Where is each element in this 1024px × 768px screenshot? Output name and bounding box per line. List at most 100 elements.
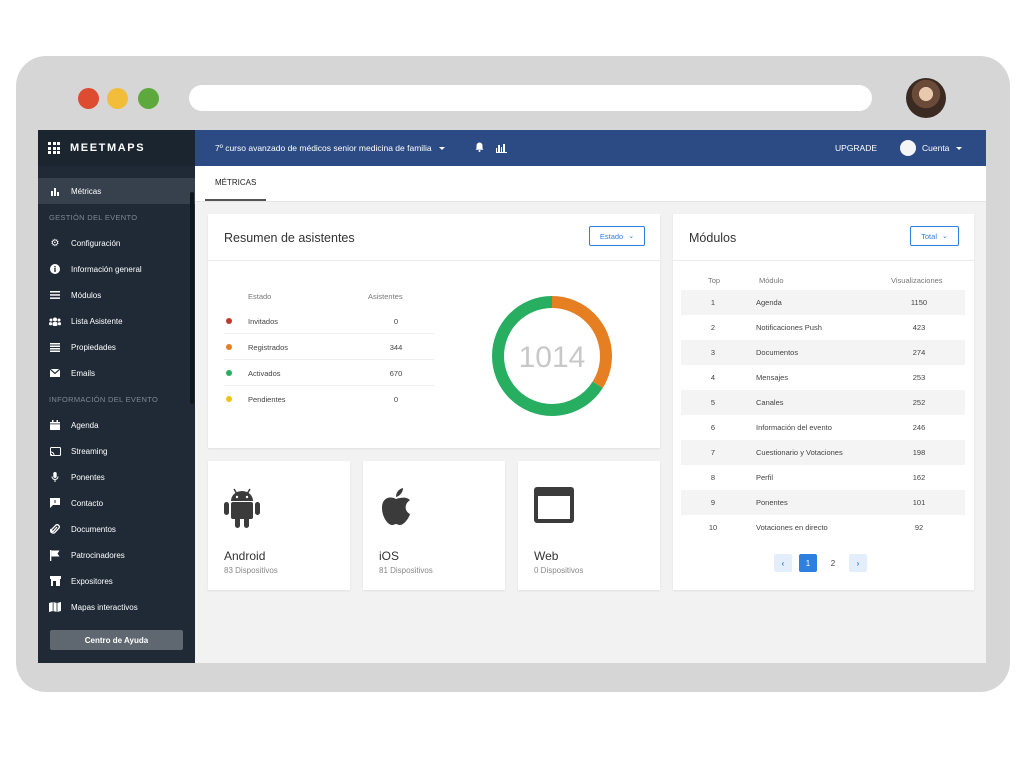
row-rank: 7	[710, 448, 716, 457]
sidebar-item-metricas[interactable]: Métricas	[38, 178, 195, 204]
table-row: 1 Agenda 1150	[681, 290, 965, 315]
device-name: Android	[224, 549, 266, 563]
logo[interactable]: MEETMAPS	[70, 142, 145, 154]
sidebar-item-label: Módulos	[71, 290, 102, 300]
row-views: 274	[912, 348, 926, 357]
sidebar-scrollbar[interactable]	[190, 192, 194, 404]
device-name: iOS	[379, 549, 400, 563]
row-module: Mensajes	[756, 373, 789, 382]
stats-icon[interactable]	[495, 143, 507, 153]
sidebar-item-configuracion[interactable]: ⚙ Configuración	[38, 230, 195, 256]
sidebar-item-modulos[interactable]: Módulos	[38, 282, 195, 308]
row-label: Invitados	[248, 317, 279, 326]
sidebar-item-emails[interactable]: Emails	[38, 360, 195, 386]
chevron-down-icon	[438, 146, 445, 150]
row-rank: 1	[710, 298, 716, 307]
sidebar-item-documentos[interactable]: Documentos	[38, 516, 195, 542]
event-selector[interactable]: 7º curso avanzado de médicos senior medi…	[215, 143, 445, 153]
page-1-button[interactable]: 1	[799, 554, 817, 572]
sidebar-item-label: Emails	[71, 368, 96, 378]
row-views: 253	[912, 373, 926, 382]
device-card-android: Android 83 Dispositivos	[208, 461, 350, 590]
account-menu[interactable]: Cuenta	[900, 140, 963, 156]
help-center-button[interactable]: Centro de Ayuda	[50, 630, 183, 650]
browser-window-icon	[534, 487, 574, 528]
window-minimize-dot[interactable]	[107, 88, 128, 109]
sidebar-item-lista-asistente[interactable]: Lista Asistente	[38, 308, 195, 334]
flag-icon	[49, 549, 61, 561]
sidebar-item-ponentes[interactable]: Ponentes	[38, 464, 195, 490]
sidebar-item-mapas-interactivos[interactable]: Mapas interactivos	[38, 594, 195, 620]
profile-avatar[interactable]	[906, 78, 946, 118]
legend-dot	[226, 318, 232, 324]
total-filter-button[interactable]: Total ⌄	[910, 226, 959, 246]
sidebar-item-expositores[interactable]: Expositores	[38, 568, 195, 594]
store-icon	[49, 576, 61, 586]
prev-page-button[interactable]: ‹	[774, 554, 792, 572]
sidebar-item-label: Streaming	[71, 446, 108, 456]
paperclip-icon	[49, 523, 61, 535]
address-bar[interactable]	[189, 85, 872, 111]
modules-card: Módulos Total ⌄ Top Módulo Visualizacion…	[673, 214, 974, 590]
tab-bar: MÉTRICAS	[195, 166, 986, 202]
row-module: Perfil	[756, 473, 774, 482]
logo-bar: MEETMAPS	[38, 130, 195, 166]
account-label: Cuenta	[922, 143, 950, 153]
column-header-top: Top	[708, 276, 721, 285]
chevron-down-icon: ⌄	[941, 233, 948, 240]
sidebar-item-agenda[interactable]: Agenda	[38, 412, 195, 438]
window-close-dot[interactable]	[78, 88, 99, 109]
filter-label: Estado	[599, 231, 624, 241]
row-views: 162	[912, 473, 926, 482]
row-module: Canales	[756, 398, 784, 407]
row-value: 670	[389, 369, 403, 378]
table-row: 6 Información del evento 246	[681, 415, 965, 440]
chevron-down-icon: ⌄	[628, 233, 635, 240]
attendee-row-activados: Activados 670	[224, 360, 434, 386]
row-module: Notificaciones Push	[756, 323, 822, 332]
section-info-heading: INFORMACIÓN DEL EVENTO	[49, 394, 159, 404]
sidebar-item-patrocinadores[interactable]: Patrocinadores	[38, 542, 195, 568]
row-value: 344	[389, 343, 403, 352]
sidebar-item-label: Agenda	[71, 420, 99, 430]
device-card-web: Web 0 Dispositivos	[518, 461, 660, 590]
table-row: 7 Cuestionario y Votaciones 198	[681, 440, 965, 465]
column-header-estado: Estado	[248, 292, 272, 301]
device-name: Web	[534, 549, 559, 563]
estado-filter-button[interactable]: Estado ⌄	[589, 226, 645, 246]
row-views: 252	[912, 398, 926, 407]
sidebar-item-streaming[interactable]: Streaming	[38, 438, 195, 464]
bell-icon[interactable]	[475, 142, 484, 154]
row-views: 198	[912, 448, 926, 457]
gear-icon: ⚙	[50, 237, 60, 249]
map-icon	[49, 602, 61, 612]
window-maximize-dot[interactable]	[138, 88, 159, 109]
table-row: 2 Notificaciones Push 423	[681, 315, 965, 340]
tab-metricas[interactable]: MÉTRICAS	[205, 166, 267, 201]
card-title: Módulos	[689, 231, 737, 245]
row-rank: 5	[710, 398, 716, 407]
card-divider	[673, 260, 974, 261]
donut-total-label: 1014	[519, 341, 586, 374]
device-card-ios: iOS 81 Dispositivos	[363, 461, 505, 590]
column-header-asistentes: Asistentes	[368, 292, 403, 301]
list-icon	[49, 342, 61, 352]
upgrade-link[interactable]: UPGRADE	[835, 143, 877, 153]
apps-grid-icon[interactable]	[48, 142, 60, 154]
pagination: ‹ 1 2 ›	[774, 554, 874, 572]
table-row: 3 Documentos 274	[681, 340, 965, 365]
top-bar: 7º curso avanzado de médicos senior medi…	[195, 130, 986, 166]
row-rank: 6	[710, 423, 716, 432]
row-value: 0	[393, 395, 399, 404]
attendees-summary-card: Resumen de asistentes Estado ⌄ Estado As…	[208, 214, 660, 448]
sidebar-item-informacion-general[interactable]: Información general	[38, 256, 195, 282]
attendees-donut-chart: 1014	[492, 296, 612, 416]
row-module: Agenda	[756, 298, 782, 307]
device-count: 0 Dispositivos	[534, 566, 584, 575]
sidebar-item-contacto[interactable]: Contacto	[38, 490, 195, 516]
page-2-button[interactable]: 2	[824, 554, 842, 572]
next-page-button[interactable]: ›	[849, 554, 867, 572]
sidebar-item-propiedades[interactable]: Propiedades	[38, 334, 195, 360]
users-icon	[49, 317, 61, 326]
legend-dot	[226, 344, 232, 350]
